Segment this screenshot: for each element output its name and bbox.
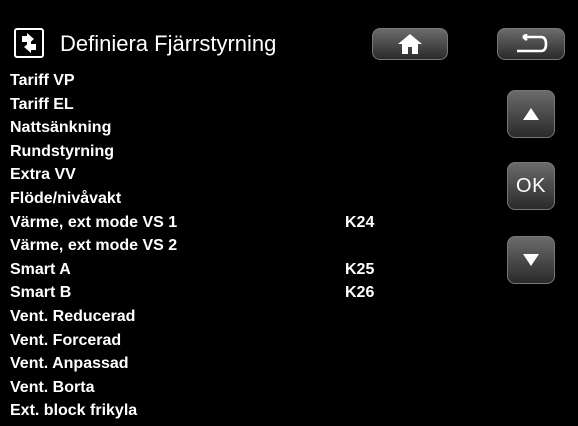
list-item[interactable]: Vent. Forcerad: [10, 329, 490, 353]
list-item[interactable]: Ext. block frikyla: [10, 399, 490, 423]
list-item[interactable]: Nattsänkning: [10, 116, 490, 140]
list-item[interactable]: Tariff EL: [10, 93, 490, 117]
remote-control-icon: [14, 28, 44, 58]
item-label: Värme, ext mode VS 1: [10, 213, 178, 231]
item-label: Värme, ext mode VS 2: [10, 237, 178, 255]
item-label: Extra VV: [10, 166, 76, 184]
list-item[interactable]: Rundstyrning: [10, 140, 490, 164]
home-button[interactable]: [372, 28, 448, 60]
arrow-up-icon: [523, 108, 539, 120]
item-label: Smart B: [10, 284, 72, 302]
scroll-up-button[interactable]: [507, 90, 555, 138]
list-item[interactable]: Vent. Reducerad: [10, 305, 490, 329]
arrow-down-icon: [523, 254, 539, 266]
list-item[interactable]: Tariff VP: [10, 69, 490, 93]
home-icon: [398, 34, 422, 54]
item-label: Smart A: [10, 260, 71, 278]
list-item[interactable]: Smart B K26: [10, 281, 490, 305]
ok-label: OK: [516, 174, 546, 197]
ok-button[interactable]: OK: [507, 162, 555, 210]
item-label: Nattsänkning: [10, 119, 112, 137]
item-label: Vent. Anpassad: [10, 355, 129, 373]
item-output: K24: [345, 213, 375, 231]
list-item[interactable]: Värme, ext mode VS 1 K24: [10, 211, 490, 235]
scroll-down-button[interactable]: [507, 236, 555, 284]
item-label: Vent. Forcerad: [10, 331, 122, 349]
item-label: Vent. Reducerad: [10, 307, 136, 325]
list-item[interactable]: Smart A K25: [10, 258, 490, 282]
list-item[interactable]: Extra VV: [10, 163, 490, 187]
back-button[interactable]: [497, 28, 565, 60]
page-title: Definiera Fjärrstyrning: [60, 31, 277, 56]
list-item[interactable]: Flöde/nivåvakt: [10, 187, 490, 211]
header: Definiera Fjärrstyrning: [0, 0, 578, 66]
remote-control-list: Tariff VP Tariff EL Nattsänkning Rundsty…: [10, 69, 490, 423]
item-output: K25: [345, 260, 375, 278]
item-label: Tariff EL: [10, 95, 74, 113]
item-output: K26: [345, 284, 375, 302]
item-label: Rundstyrning: [10, 142, 114, 160]
back-arrow-icon: [517, 34, 548, 53]
list-item[interactable]: Vent. Borta: [10, 376, 490, 400]
item-label: Vent. Borta: [10, 378, 95, 396]
item-label: Ext. block frikyla: [10, 402, 138, 420]
item-label: Tariff VP: [10, 72, 75, 89]
list-item[interactable]: Vent. Anpassad: [10, 352, 490, 376]
list-item[interactable]: Värme, ext mode VS 2: [10, 234, 490, 258]
item-label: Flöde/nivåvakt: [10, 189, 122, 207]
